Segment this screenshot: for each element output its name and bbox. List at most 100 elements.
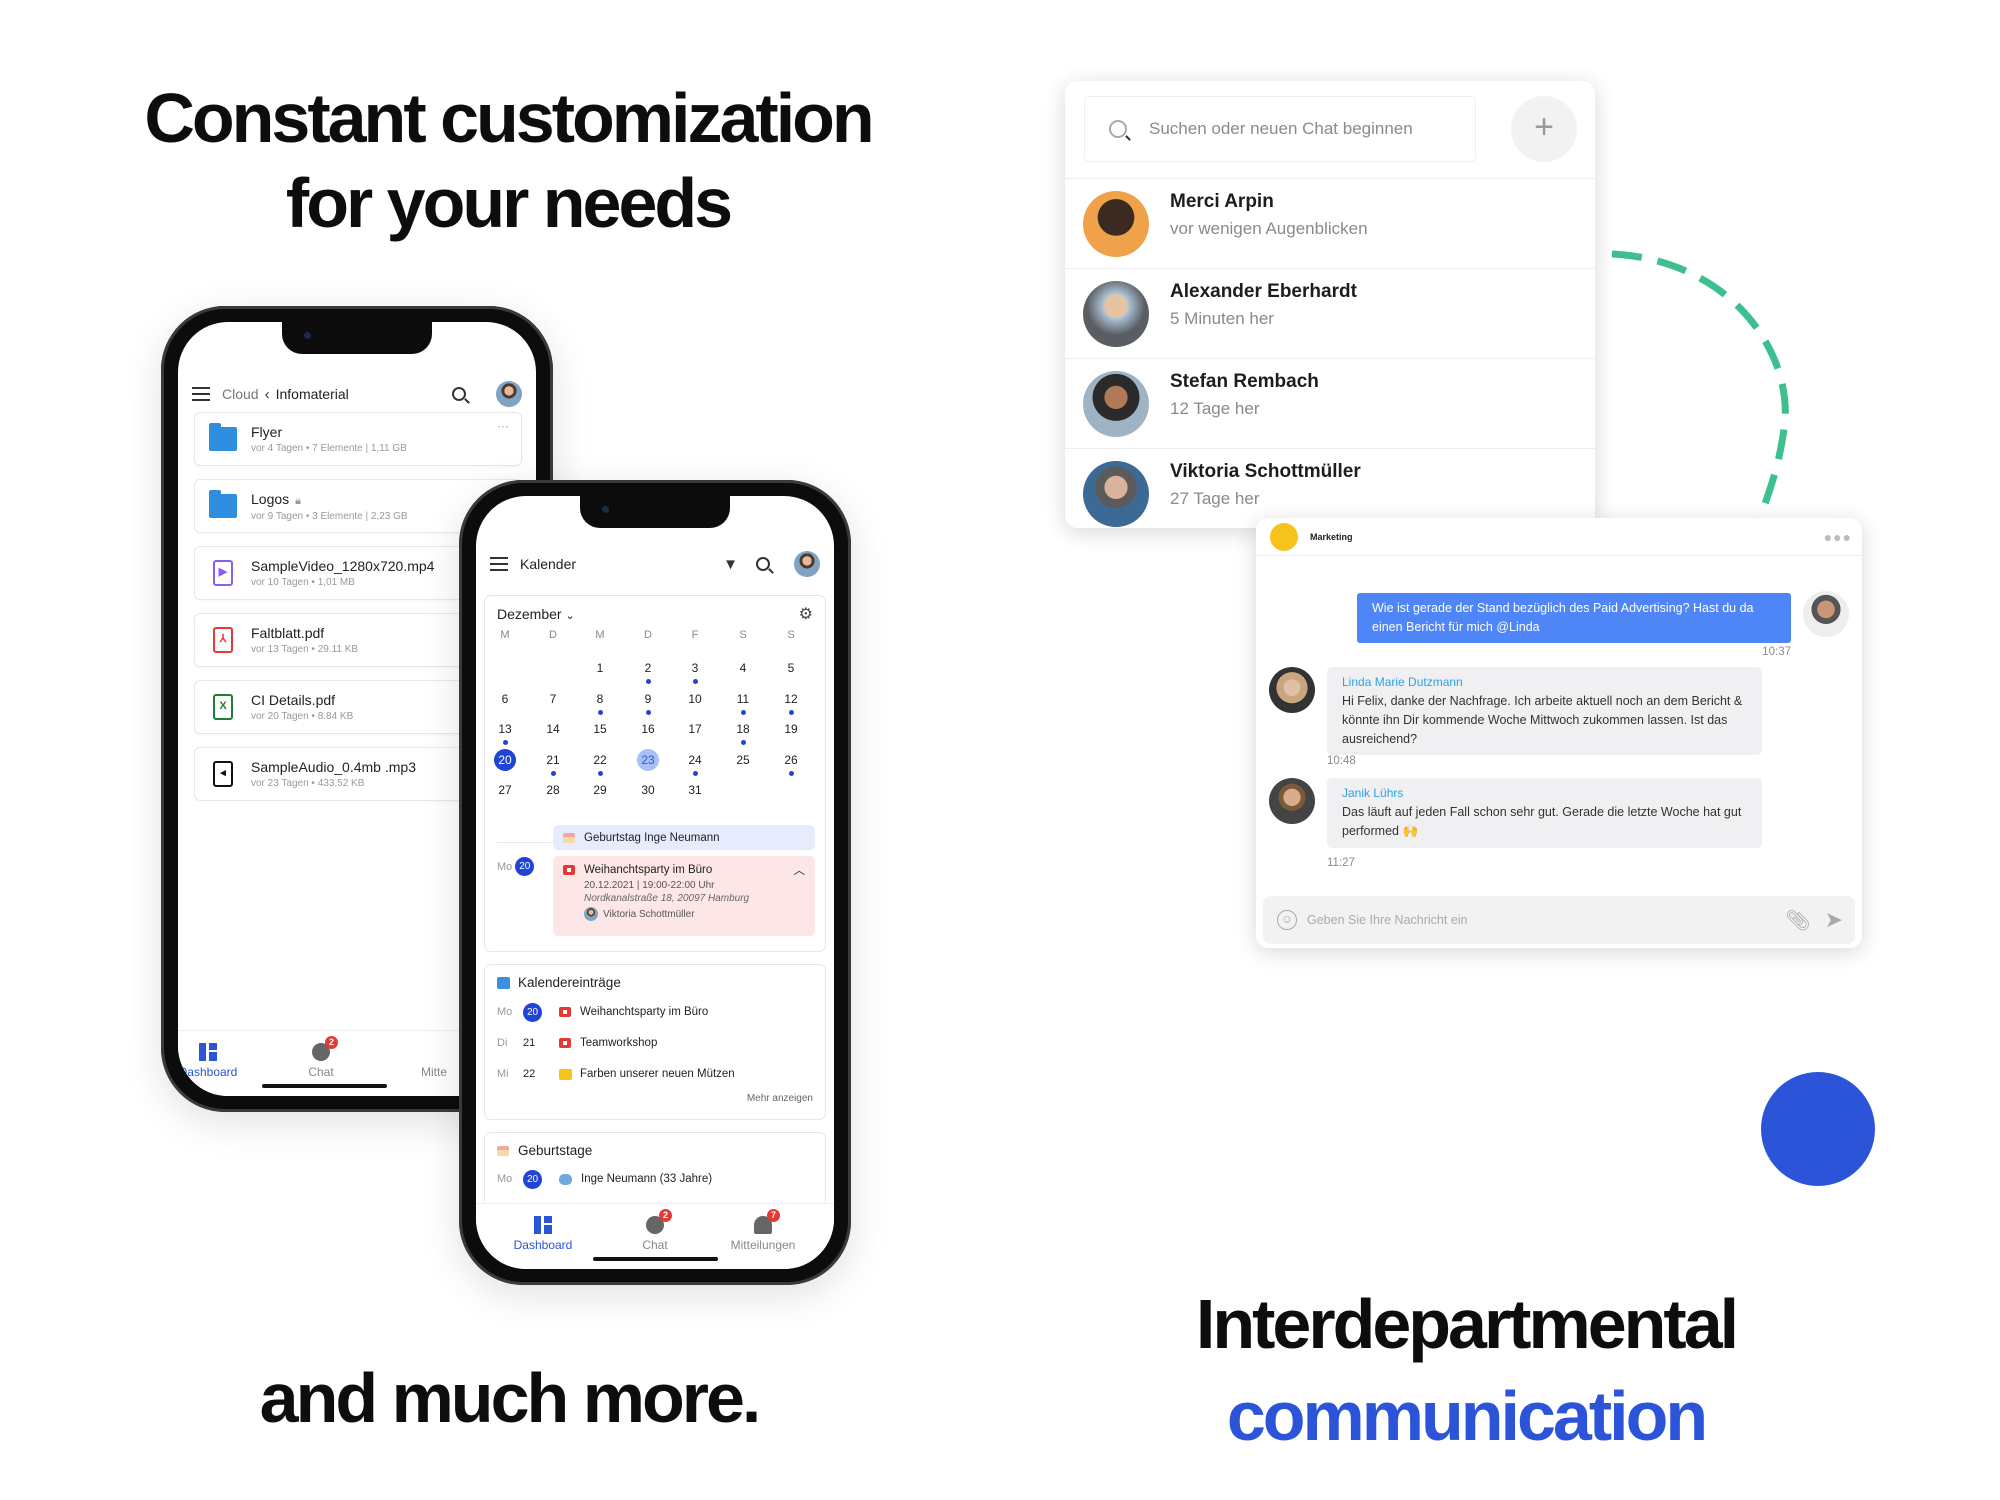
search-icon[interactable] (452, 387, 466, 401)
nav-label: Mitteilungen (730, 1238, 796, 1252)
weekday-label: S (787, 629, 795, 641)
calendar-day[interactable]: 22 (585, 750, 615, 770)
paperclip-icon[interactable]: 📎︎ (1785, 908, 1810, 933)
file-name: SampleVideo_1280x720.mp4 (251, 558, 435, 574)
calendar-day[interactable]: 7 (538, 689, 568, 709)
event-dot (740, 709, 746, 715)
calendar-day[interactable]: 21 (538, 750, 568, 770)
calendar-day[interactable]: 27 (490, 780, 520, 800)
user-avatar[interactable] (496, 381, 522, 407)
calendar-day[interactable]: 8 (585, 689, 615, 709)
calendar-day[interactable]: 26 (776, 750, 806, 770)
contact-row[interactable]: Alexander Eberhardt 5 Minuten her (1065, 268, 1595, 358)
input-placeholder: Geben Sie Ihre Nachricht ein (1307, 913, 1468, 927)
entry-title: Inge Neumann (33 Jahre) (581, 1173, 713, 1185)
nav-chat[interactable]: 2 Chat (271, 1036, 371, 1079)
calendar-day[interactable]: 14 (538, 719, 568, 739)
menu-icon[interactable] (192, 387, 210, 401)
task-icon (559, 1068, 572, 1080)
contact-avatar (1083, 461, 1149, 527)
party-event[interactable]: Weihanchtsparty im Büro ︿ 20.12.2021 | 19… (553, 856, 815, 936)
message-text: Wie ist gerade der Stand bezüglich des P… (1372, 601, 1754, 634)
calendar-day[interactable]: 28 (538, 780, 568, 800)
calendar-day[interactable]: 20 (494, 748, 516, 771)
nav-dashboard[interactable]: Dashboard (178, 1043, 258, 1079)
calendar-day[interactable]: 31 (680, 780, 710, 800)
emoji-icon[interactable]: ☺ (1277, 910, 1297, 930)
more-icon[interactable]: ●●● (1824, 529, 1852, 545)
nav-chat[interactable]: 2 Chat (605, 1209, 705, 1252)
chat-search-field[interactable]: Suchen oder neuen Chat beginnen (1084, 96, 1476, 162)
audio-file-icon: ◂ (213, 761, 233, 787)
more-icon[interactable]: ··· (497, 419, 509, 433)
calendar-day[interactable]: 15 (585, 719, 615, 739)
chevron-left-icon[interactable]: ‹ (265, 386, 270, 403)
headline-bottom-right-line2: communication (1226, 1377, 1708, 1455)
search-icon[interactable] (756, 557, 770, 571)
notifications-badge: 7 (767, 1209, 780, 1222)
filter-icon[interactable]: ▼ (723, 556, 738, 573)
file-meta: vor 10 Tagen • 1,01 MB (251, 577, 355, 588)
calendar-day[interactable]: 30 (633, 780, 663, 800)
contact-row[interactable]: Merci Arpin vor wenigen Augenblicken (1065, 178, 1595, 268)
event-dot (502, 740, 508, 745)
calendar-card: Dezember ⌄ ⚙ Mo 20 Geburtstag Inge Neuma… (484, 595, 826, 952)
entry-weekday: Mo (497, 1006, 513, 1018)
message-text: Das läuft auf jeden Fall schon sehr gut.… (1342, 805, 1742, 838)
calendar-day[interactable]: 29 (585, 780, 615, 800)
calendar-day[interactable]: 3 (680, 658, 710, 678)
breadcrumb-root[interactable]: Cloud (222, 386, 259, 402)
entry-row[interactable]: Di 21 Teamworkshop (497, 1032, 813, 1054)
nav-dashboard[interactable]: Dashboard (493, 1216, 593, 1252)
menu-icon[interactable] (490, 557, 508, 571)
birthday-event[interactable]: Geburtstag Inge Neumann (553, 825, 815, 850)
entry-day: 22 (523, 1068, 536, 1080)
entry-row[interactable]: Mo 20 Weihanchtsparty im Büro (497, 1001, 813, 1023)
calendar-day[interactable]: 16 (633, 719, 663, 739)
calendar-day[interactable]: 12 (776, 689, 806, 709)
dashboard-icon (199, 1043, 217, 1061)
calendar-day[interactable]: 10 (680, 689, 710, 709)
sender-name[interactable]: Linda Marie Dutzmann (1342, 673, 1747, 692)
gear-icon[interactable]: ⚙ (799, 604, 813, 624)
calendar-day[interactable]: 23 (637, 748, 659, 771)
calendar-day[interactable]: 5 (776, 658, 806, 678)
calendar-day[interactable]: 1 (585, 658, 615, 678)
calendar-day[interactable]: 17 (680, 719, 710, 739)
contact-row[interactable]: Stefan Rembach 12 Tage her (1065, 358, 1595, 448)
lock-icon: 🔒︎ (295, 494, 302, 507)
entry-row[interactable]: Mi 22 Farben unserer neuen Mützen (497, 1063, 813, 1085)
file-item[interactable]: Flyer vor 4 Tagen • 7 Elemente | 1,11 GB ·… (194, 412, 522, 466)
sender-name[interactable]: Janik Lührs (1342, 784, 1747, 803)
new-chat-button[interactable]: + (1511, 96, 1577, 162)
calendar-day[interactable]: 19 (776, 719, 806, 739)
contact-name: Alexander Eberhardt (1170, 281, 1357, 302)
message-input[interactable]: ☺ Geben Sie Ihre Nachricht ein 📎︎ ➤ (1263, 896, 1855, 944)
send-icon[interactable]: ➤ (1825, 907, 1843, 933)
contact-row[interactable]: Viktoria Schottmüller 27 Tage her (1065, 448, 1595, 528)
calendar-day[interactable]: 13 (490, 719, 520, 739)
sender-avatar (1269, 667, 1315, 713)
show-more-link[interactable]: Mehr anzeigen (747, 1093, 813, 1104)
event-location: Nordkanalstraße 18, 20097 Hamburg (584, 893, 750, 904)
message-time: 11:27 (1327, 857, 1355, 869)
calendar-day[interactable]: 9 (633, 689, 663, 709)
calendar-day[interactable]: 24 (680, 750, 710, 770)
calendar-day[interactable]: 25 (728, 750, 758, 770)
user-avatar[interactable] (794, 551, 820, 577)
contact-last-seen: 27 Tage her (1170, 489, 1260, 508)
chevron-up-icon[interactable]: ︿ (794, 862, 806, 878)
nav-notifications[interactable]: 7 Mitteilungen (713, 1209, 813, 1252)
event-dot (788, 709, 794, 715)
calendar-day[interactable]: 6 (490, 689, 520, 709)
event-dot (645, 679, 651, 684)
entry-row[interactable]: Mo 20 Inge Neumann (33 Jahre) (497, 1168, 813, 1190)
calendar-day[interactable]: 2 (633, 658, 663, 678)
calendar-day[interactable]: 11 (728, 689, 758, 709)
calendar-day[interactable]: 4 (728, 658, 758, 678)
month-selector[interactable]: Dezember ⌄ (497, 606, 575, 622)
message-time: 10:37 (1762, 646, 1791, 658)
entry-day: 20 (523, 1169, 542, 1189)
entry-day: 20 (523, 1002, 542, 1022)
calendar-day[interactable]: 18 (728, 719, 758, 739)
